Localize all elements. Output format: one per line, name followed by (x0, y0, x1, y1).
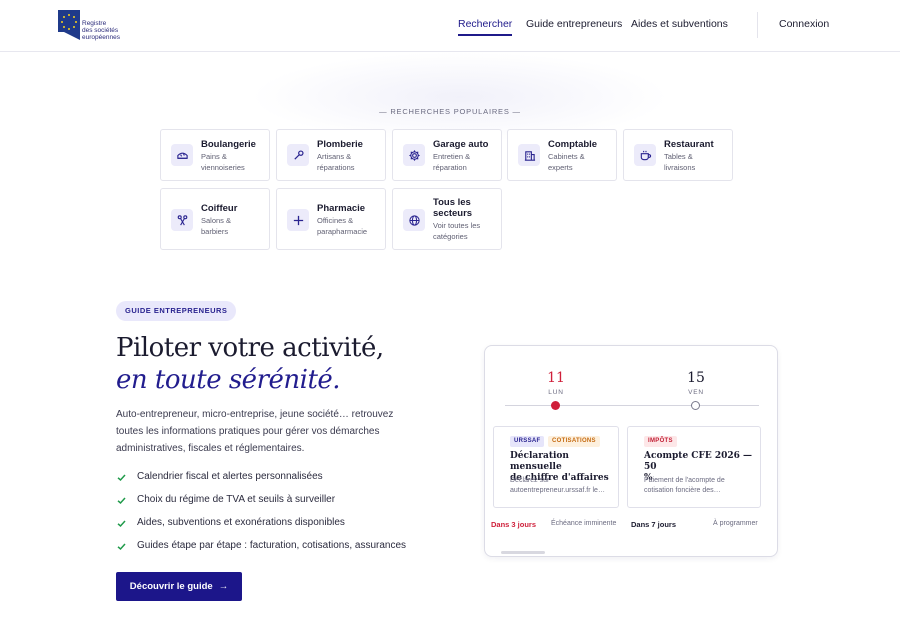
card-title: Plomberie (317, 139, 363, 150)
card-subtitle: Officines & (317, 216, 354, 225)
popular-card-restaurant[interactable]: Restaurant Tables & livraisons (623, 129, 733, 181)
popular-searches-title: — RECHERCHES POPULAIRES — (379, 107, 521, 116)
feature-text: Choix du régime de TVA et seuils à surve… (137, 494, 336, 505)
card-title: Pharmacie (317, 203, 366, 214)
card-subtitle: barbiers (201, 227, 229, 236)
deadline-due: Dans 7 jours (631, 520, 677, 529)
deadline-card[interactable]: IMPÔTS Acompte CFE 2026 — 50 % Paiement … (627, 426, 761, 508)
popular-card-comptable[interactable]: Comptable Cabinets & experts (507, 129, 617, 181)
timeline-marker (691, 401, 700, 410)
scissors-icon (171, 209, 193, 231)
site-logo[interactable]: Registre des sociétés européennes (58, 7, 138, 45)
timeline-marker-active (551, 401, 560, 410)
guide-title: Piloter votre activité, (116, 333, 384, 363)
gear-icon (403, 144, 425, 166)
card-subtitle: réparation (433, 163, 467, 172)
wrench-icon (287, 144, 309, 166)
logo-line: des sociétés (82, 27, 119, 34)
popular-card-plomberie[interactable]: Plomberie Artisans & réparations (276, 129, 386, 181)
tag-cotisations: COTISATIONS (548, 436, 600, 447)
deadline-due: Dans 3 jours (491, 520, 537, 529)
card-subtitle: Pains & (201, 152, 227, 161)
logo-text: Registre des sociétés européennes (82, 20, 120, 41)
tag-impots: IMPÔTS (644, 436, 677, 447)
deadline-title-line: Déclaration mensuelle (510, 451, 569, 472)
deadline-card[interactable]: URSSAF COTISATIONS Déclaration mensuelle… (493, 426, 619, 508)
cup-icon (634, 144, 656, 166)
tag-urssaf: URSSAF (510, 436, 545, 447)
card-subtitle: experts (548, 163, 573, 172)
check-icon (117, 543, 126, 551)
logo-line: européennes (82, 34, 120, 41)
guide-intro: Auto-entrepreneur, micro-entreprise, jeu… (116, 409, 394, 454)
nav-rechercher[interactable]: Rechercher (458, 18, 513, 36)
fiscal-calendar-panel: 11 LUN 15 VEN URSSAF COTISATIONS Déclara… (484, 345, 778, 557)
globe-icon (403, 209, 425, 231)
deadline-desc-line: autoentrepreneur.urssaf.fr le… (510, 487, 605, 494)
card-subtitle: livraisons (664, 163, 696, 172)
card-title: Garage auto (433, 139, 489, 150)
popular-card-tous-les-secteurs[interactable]: Tous les secteurs Voir toutes les catégo… (392, 188, 502, 250)
deadline-status: À programmer (713, 520, 758, 527)
popular-card-pharmacie[interactable]: Pharmacie Officines & parapharmacie (276, 188, 386, 250)
discover-guide-button[interactable]: Découvrir le guide → (116, 572, 242, 601)
cross-icon (287, 209, 309, 231)
nav-guide-entrepreneurs[interactable]: Guide entrepreneurs (526, 18, 622, 30)
calendar-timeline (505, 405, 759, 406)
feature-text: Calendrier fiscal et alertes personnalis… (137, 471, 323, 482)
calendar-day-number: 11 (547, 370, 565, 386)
guide-badge: GUIDE ENTREPRENEURS (116, 301, 237, 321)
card-title: Boulangerie (201, 139, 256, 150)
card-subtitle: catégories (433, 232, 468, 241)
guide-title-emphasis: en toute sérénité. (116, 365, 341, 395)
horizontal-scrollbar[interactable] (501, 551, 545, 554)
login-link[interactable]: Connexion (779, 18, 829, 30)
building-icon (518, 144, 540, 166)
check-icon (117, 497, 126, 505)
popular-card-coiffeur[interactable]: Coiffeur Salons & barbiers (160, 188, 270, 250)
bread-icon (171, 144, 193, 166)
site-header: Registre des sociétés européennes Recher… (0, 0, 900, 52)
deadline-description: Déclarez sur autoentrepreneur.urssaf.fr … (510, 476, 605, 496)
card-title: Coiffeur (201, 203, 238, 214)
deadline-desc-line: cotisation foncière des… (644, 487, 721, 494)
calendar-day-name: LUN (548, 389, 564, 396)
card-subtitle: Salons & (201, 216, 232, 225)
deadline-status: Échéance imminente (551, 520, 617, 527)
arrow-right-icon: → (218, 581, 229, 592)
card-title: Tous les secteurs (433, 197, 473, 219)
card-subtitle: parapharmacie (317, 227, 368, 236)
calendar-day-name: VEN (688, 389, 704, 396)
calendar-day-number: 15 (687, 370, 705, 386)
popular-card-boulangerie[interactable]: Boulangerie Pains & viennoiseries (160, 129, 270, 181)
deadline-desc-line: Déclarez sur (510, 477, 550, 484)
card-subtitle: Cabinets & (548, 152, 585, 161)
check-icon (117, 474, 126, 482)
popular-card-garage-auto[interactable]: Garage auto Entretien & réparation (392, 129, 502, 181)
feature-text: Aides, subventions et exonérations dispo… (137, 517, 345, 528)
deadline-desc-line: Paiement de l'acompte de (644, 477, 725, 484)
card-subtitle: Tables & (664, 152, 693, 161)
deadline-description: Paiement de l'acompte de cotisation fonc… (644, 476, 725, 496)
card-title: Restaurant (664, 139, 714, 150)
nav-aides-subventions[interactable]: Aides et subventions (631, 18, 728, 30)
card-subtitle: Entretien & (433, 152, 471, 161)
logo-line: Registre (82, 20, 107, 27)
card-subtitle: viennoiseries (201, 163, 245, 172)
eu-flag-icon (58, 10, 80, 40)
feature-text: Guides étape par étape : facturation, co… (137, 540, 407, 551)
cta-label: Découvrir le guide (129, 581, 213, 592)
card-subtitle: Artisans & (317, 152, 352, 161)
card-subtitle: Voir toutes les (433, 221, 481, 230)
check-icon (117, 520, 126, 528)
card-subtitle: réparations (317, 163, 355, 172)
card-title: Comptable (548, 139, 598, 150)
nav-divider (757, 12, 758, 38)
deadline-title-line: Acompte CFE 2026 — 50 (644, 451, 753, 472)
